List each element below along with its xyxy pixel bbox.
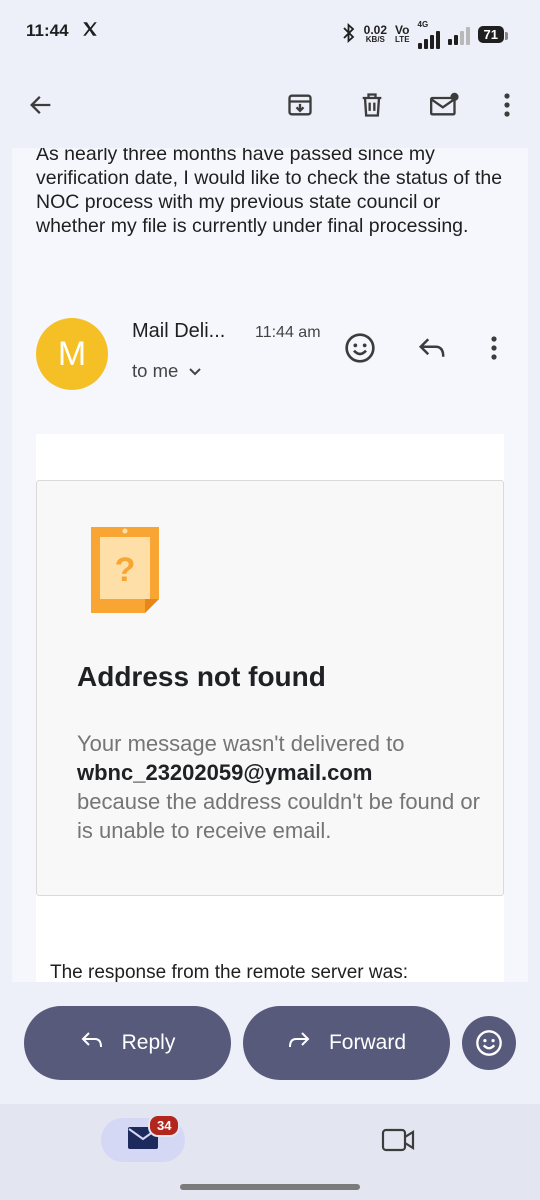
message-time: 11:44 am [255,324,321,341]
forward-button[interactable]: Forward [243,1006,450,1080]
question-note-icon: ? [89,523,161,620]
reply-button[interactable]: Reply [24,1006,231,1080]
svg-text:?: ? [115,551,136,589]
toolbar [0,62,540,148]
recipient-label: to me [132,360,179,381]
battery-indicator: 71 [477,26,509,43]
avatar[interactable]: M [36,318,108,390]
conversation-content: As nearly three months have passed since… [0,148,540,982]
chevron-down-icon [188,360,202,382]
failed-address[interactable]: wbnc_23202059@ymail.com [77,758,497,787]
reply-icon[interactable] [410,326,454,370]
volte-top: Vo [395,22,410,37]
emoji-icon[interactable] [462,1016,516,1070]
speed-unit: KB/S [365,34,385,44]
action-bar: Reply Forward [0,982,540,1104]
forward-label: Forward [328,1031,407,1054]
mail-unread-icon[interactable] [421,82,467,128]
recipient-toggle[interactable]: to me [132,360,202,382]
home-indicator[interactable] [180,1184,360,1190]
more-vert-icon[interactable] [484,82,530,128]
x-logo-icon [81,20,99,43]
signal-2-icon [447,25,470,45]
speed-value: 0.02 [363,22,388,37]
bottom-nav: 34 [0,1104,540,1200]
message-more-icon[interactable] [472,326,516,370]
network-speed: 0.02 KB/S [363,22,388,45]
emoji-react-icon[interactable] [338,326,382,370]
arrow-back-icon[interactable] [18,82,64,128]
notice-title: Address not found [77,661,326,692]
volte-bottom: LTE [395,34,410,44]
notice-line1: Your message wasn't delivered to [77,731,405,756]
notice-text: Your message wasn't delivered to wbnc_23… [77,729,497,845]
remote-server-text: The response from the remote server was: [50,962,408,982]
message-body: ? Address not found Your message wasn't … [36,434,504,982]
status-indicators: 0.02 KB/S Vo LTE 4G 71 [342,20,509,49]
status-bar: 11:44 0.02 KB/S Vo LTE 4G 71 [0,0,540,62]
reply-label: Reply [121,1031,176,1054]
previous-message-text: As nearly three months have passed since… [36,148,503,237]
network-type: 4G [417,20,429,29]
volte-indicator: Vo LTE [395,22,410,45]
mail-badge: 34 [148,1114,181,1137]
video-icon[interactable] [378,1122,418,1158]
bluetooth-icon [342,22,356,46]
trash-icon[interactable] [349,82,395,128]
notice-line2: because the address couldn't be found or… [77,789,480,843]
archive-icon[interactable] [277,82,323,128]
signal-icon [417,29,440,49]
status-time: 11:44 [26,21,69,40]
reply-icon [80,1030,104,1056]
forward-icon [287,1030,311,1056]
delivery-failure-notice: ? Address not found Your message wasn't … [36,480,504,896]
sender-name: Mail Deli... [132,320,226,342]
